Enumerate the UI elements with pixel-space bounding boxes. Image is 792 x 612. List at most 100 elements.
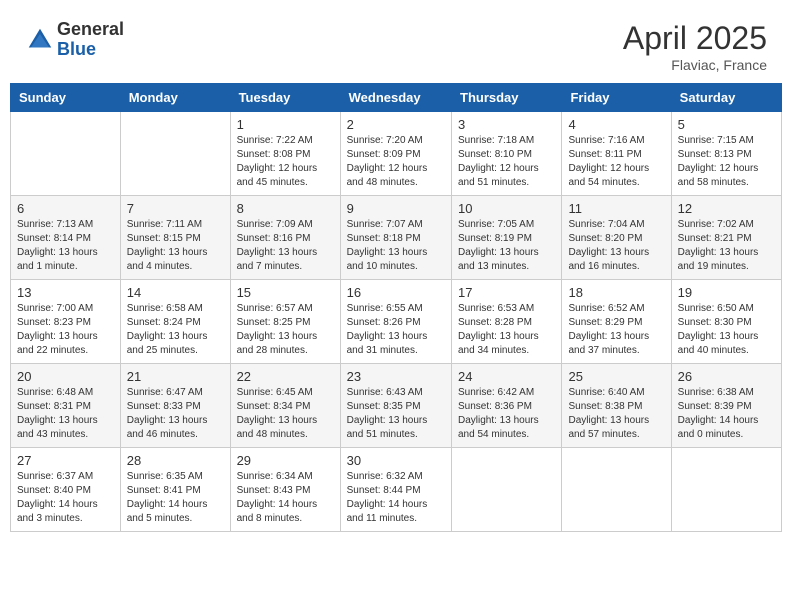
calendar-cell: 8 Sunrise: 7:09 AM Sunset: 8:16 PM Daylig… <box>230 196 340 280</box>
day-number: 10 <box>458 201 555 216</box>
logo-general-text: General <box>57 20 124 40</box>
day-number: 17 <box>458 285 555 300</box>
day-info: Sunrise: 7:02 AM Sunset: 8:21 PM Dayligh… <box>678 218 775 274</box>
day-info: Sunrise: 6:55 AM Sunset: 8:26 PM Dayligh… <box>347 302 445 358</box>
day-number: 12 <box>678 201 775 216</box>
day-info: Sunrise: 7:07 AM Sunset: 8:18 PM Dayligh… <box>347 218 445 274</box>
calendar-cell: 5 Sunrise: 7:15 AM Sunset: 8:13 PM Daylig… <box>671 112 781 196</box>
calendar-week-row: 20 Sunrise: 6:48 AM Sunset: 8:31 PM Dayli… <box>11 364 782 448</box>
day-info: Sunrise: 6:57 AM Sunset: 8:25 PM Dayligh… <box>237 302 334 358</box>
weekday-header: Thursday <box>452 84 562 112</box>
day-info: Sunrise: 6:42 AM Sunset: 8:36 PM Dayligh… <box>458 386 555 442</box>
calendar-cell: 7 Sunrise: 7:11 AM Sunset: 8:15 PM Daylig… <box>120 196 230 280</box>
calendar-cell <box>11 112 121 196</box>
day-number: 9 <box>347 201 445 216</box>
day-number: 4 <box>568 117 664 132</box>
day-info: Sunrise: 6:52 AM Sunset: 8:29 PM Dayligh… <box>568 302 664 358</box>
day-info: Sunrise: 7:05 AM Sunset: 8:19 PM Dayligh… <box>458 218 555 274</box>
day-info: Sunrise: 6:58 AM Sunset: 8:24 PM Dayligh… <box>127 302 224 358</box>
title-block: April 2025 Flaviac, France <box>623 20 767 73</box>
day-number: 16 <box>347 285 445 300</box>
calendar-cell: 15 Sunrise: 6:57 AM Sunset: 8:25 PM Dayli… <box>230 280 340 364</box>
calendar-cell: 29Sunrise: 6:34 AM Sunset: 8:43 PM Dayli… <box>230 448 340 532</box>
day-info: Sunrise: 7:11 AM Sunset: 8:15 PM Dayligh… <box>127 218 224 274</box>
page-header: General Blue April 2025 Flaviac, France <box>10 10 782 78</box>
calendar-cell: 13 Sunrise: 7:00 AM Sunset: 8:23 PM Dayli… <box>11 280 121 364</box>
day-number: 13 <box>17 285 114 300</box>
calendar-cell: 17 Sunrise: 6:53 AM Sunset: 8:28 PM Dayli… <box>452 280 562 364</box>
calendar-week-row: 13 Sunrise: 7:00 AM Sunset: 8:23 PM Dayli… <box>11 280 782 364</box>
day-number: 22 <box>237 369 334 384</box>
day-number: 25 <box>568 369 664 384</box>
day-number: 2 <box>347 117 445 132</box>
day-number: 27 <box>17 453 114 468</box>
day-number: 1 <box>237 117 334 132</box>
day-number: 14 <box>127 285 224 300</box>
day-info: Sunrise: 6:40 AM Sunset: 8:38 PM Dayligh… <box>568 386 664 442</box>
day-number: 28 <box>127 453 224 468</box>
day-number: 30 <box>347 453 445 468</box>
calendar-cell: 22Sunrise: 6:45 AM Sunset: 8:34 PM Dayli… <box>230 364 340 448</box>
weekday-header-row: SundayMondayTuesdayWednesdayThursdayFrid… <box>11 84 782 112</box>
calendar-cell: 19 Sunrise: 6:50 AM Sunset: 8:30 PM Dayli… <box>671 280 781 364</box>
day-info: Sunrise: 7:22 AM Sunset: 8:08 PM Dayligh… <box>237 134 334 190</box>
logo-blue-text: Blue <box>57 40 124 60</box>
day-info: Sunrise: 6:47 AM Sunset: 8:33 PM Dayligh… <box>127 386 224 442</box>
calendar-cell: 10 Sunrise: 7:05 AM Sunset: 8:19 PM Dayli… <box>452 196 562 280</box>
day-number: 15 <box>237 285 334 300</box>
calendar-cell: 16 Sunrise: 6:55 AM Sunset: 8:26 PM Dayli… <box>340 280 451 364</box>
day-info: Sunrise: 7:15 AM Sunset: 8:13 PM Dayligh… <box>678 134 775 190</box>
day-number: 3 <box>458 117 555 132</box>
calendar-cell: 26Sunrise: 6:38 AM Sunset: 8:39 PM Dayli… <box>671 364 781 448</box>
calendar-cell <box>671 448 781 532</box>
day-info: Sunrise: 6:34 AM Sunset: 8:43 PM Dayligh… <box>237 470 334 526</box>
calendar-cell: 12 Sunrise: 7:02 AM Sunset: 8:21 PM Dayli… <box>671 196 781 280</box>
calendar-week-row: 27 Sunrise: 6:37 AM Sunset: 8:40 PM Dayli… <box>11 448 782 532</box>
weekday-header: Tuesday <box>230 84 340 112</box>
calendar-cell: 14 Sunrise: 6:58 AM Sunset: 8:24 PM Dayli… <box>120 280 230 364</box>
month-title: April 2025 <box>623 20 767 57</box>
calendar-cell: 23Sunrise: 6:43 AM Sunset: 8:35 PM Dayli… <box>340 364 451 448</box>
day-number: 8 <box>237 201 334 216</box>
weekday-header: Wednesday <box>340 84 451 112</box>
calendar-cell: 20 Sunrise: 6:48 AM Sunset: 8:31 PM Dayli… <box>11 364 121 448</box>
day-number: 7 <box>127 201 224 216</box>
calendar-cell: 6Sunrise: 7:13 AM Sunset: 8:14 PM Daylig… <box>11 196 121 280</box>
day-number: 20 <box>17 369 114 384</box>
day-info: Sunrise: 7:00 AM Sunset: 8:23 PM Dayligh… <box>17 302 114 358</box>
day-info: Sunrise: 7:18 AM Sunset: 8:10 PM Dayligh… <box>458 134 555 190</box>
day-number: 19 <box>678 285 775 300</box>
weekday-header: Monday <box>120 84 230 112</box>
calendar-cell: 1 Sunrise: 7:22 AM Sunset: 8:08 PM Daylig… <box>230 112 340 196</box>
calendar-week-row: 6Sunrise: 7:13 AM Sunset: 8:14 PM Daylig… <box>11 196 782 280</box>
calendar-cell: 27 Sunrise: 6:37 AM Sunset: 8:40 PM Dayli… <box>11 448 121 532</box>
day-info: Sunrise: 6:38 AM Sunset: 8:39 PM Dayligh… <box>678 386 775 442</box>
day-info: Sunrise: 6:50 AM Sunset: 8:30 PM Dayligh… <box>678 302 775 358</box>
calendar-cell: 24 Sunrise: 6:42 AM Sunset: 8:36 PM Dayli… <box>452 364 562 448</box>
logo-icon <box>25 25 55 55</box>
day-number: 11 <box>568 201 664 216</box>
day-info: Sunrise: 7:04 AM Sunset: 8:20 PM Dayligh… <box>568 218 664 274</box>
calendar-cell: 2Sunrise: 7:20 AM Sunset: 8:09 PM Daylig… <box>340 112 451 196</box>
calendar-cell: 3 Sunrise: 7:18 AM Sunset: 8:10 PM Daylig… <box>452 112 562 196</box>
calendar-cell: 28 Sunrise: 6:35 AM Sunset: 8:41 PM Dayli… <box>120 448 230 532</box>
calendar-table: SundayMondayTuesdayWednesdayThursdayFrid… <box>10 83 782 532</box>
calendar-cell: 9 Sunrise: 7:07 AM Sunset: 8:18 PM Daylig… <box>340 196 451 280</box>
weekday-header: Friday <box>562 84 671 112</box>
day-number: 24 <box>458 369 555 384</box>
day-info: Sunrise: 6:48 AM Sunset: 8:31 PM Dayligh… <box>17 386 114 442</box>
day-info: Sunrise: 6:32 AM Sunset: 8:44 PM Dayligh… <box>347 470 445 526</box>
day-info: Sunrise: 6:35 AM Sunset: 8:41 PM Dayligh… <box>127 470 224 526</box>
calendar-cell <box>120 112 230 196</box>
day-number: 5 <box>678 117 775 132</box>
day-info: Sunrise: 6:43 AM Sunset: 8:35 PM Dayligh… <box>347 386 445 442</box>
calendar-cell <box>452 448 562 532</box>
day-info: Sunrise: 6:53 AM Sunset: 8:28 PM Dayligh… <box>458 302 555 358</box>
calendar-cell: 25 Sunrise: 6:40 AM Sunset: 8:38 PM Dayli… <box>562 364 671 448</box>
day-number: 18 <box>568 285 664 300</box>
logo: General Blue <box>25 20 124 60</box>
calendar-cell: 18 Sunrise: 6:52 AM Sunset: 8:29 PM Dayli… <box>562 280 671 364</box>
day-number: 6 <box>17 201 114 216</box>
day-info: Sunrise: 6:37 AM Sunset: 8:40 PM Dayligh… <box>17 470 114 526</box>
day-info: Sunrise: 7:09 AM Sunset: 8:16 PM Dayligh… <box>237 218 334 274</box>
